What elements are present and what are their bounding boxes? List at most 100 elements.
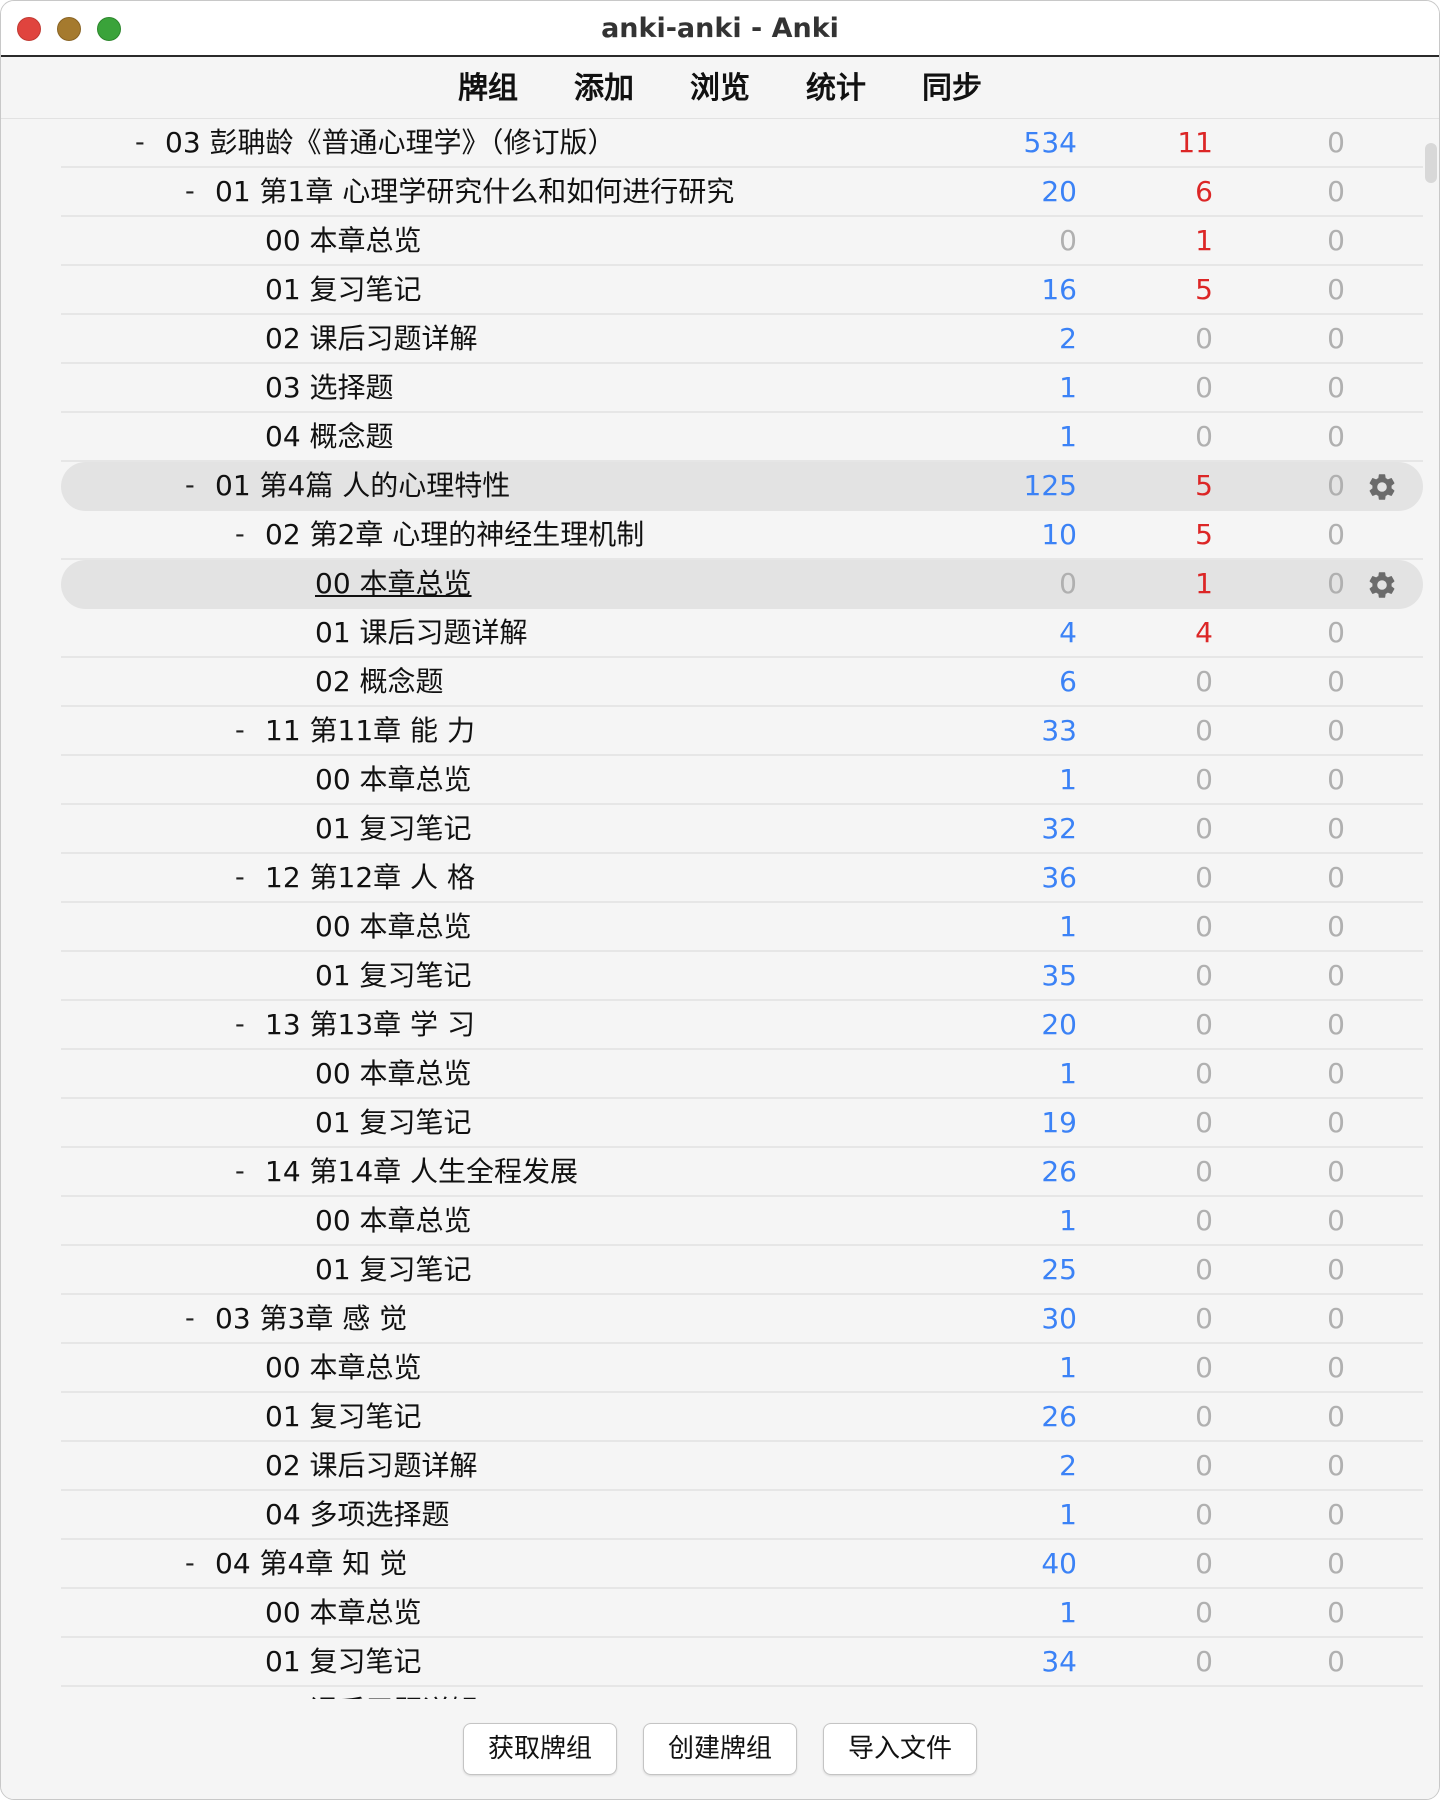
learn-count: 0 [1195, 1449, 1213, 1482]
deck-row[interactable]: -02 第2章 心理的神经生理机制 10 5 0 [61, 511, 1423, 560]
deck-row[interactable]: 01 复习笔记 26 0 0 [61, 1393, 1423, 1442]
deck-name-link[interactable]: 02 课后习题详解 [265, 1687, 478, 1699]
deck-row[interactable]: 00 本章总览 1 0 0 [61, 1197, 1423, 1246]
learn-count: 0 [1195, 371, 1213, 404]
deck-name-link[interactable]: 04 概念题 [265, 413, 394, 461]
deck-row[interactable]: -14 第14章 人生全程发展 26 0 0 [61, 1148, 1423, 1197]
deck-row[interactable]: 00 本章总览 1 0 0 [61, 1589, 1423, 1638]
deck-name-link[interactable]: 01 复习笔记 [265, 266, 422, 314]
deck-row[interactable]: 01 复习笔记 35 0 0 [61, 952, 1423, 1001]
deck-row[interactable]: 04 概念题 1 0 0 [61, 413, 1423, 462]
anki-window: anki-anki - Anki 牌组 添加 浏览 统计 同步 -03 彭聃龄《… [0, 0, 1440, 1800]
deck-name-link[interactable]: 02 概念题 [315, 658, 444, 706]
new-count: 26 [1041, 1400, 1077, 1433]
collapse-toggle[interactable]: - [235, 1148, 255, 1196]
learn-count: 0 [1195, 1057, 1213, 1090]
deck-name-link[interactable]: 01 复习笔记 [315, 952, 472, 1000]
deck-list-scrollbar[interactable] [1423, 119, 1439, 1699]
learn-count: 0 [1195, 1204, 1213, 1237]
collapse-toggle[interactable]: - [185, 168, 205, 216]
deck-row[interactable]: 00 本章总览 1 0 0 [61, 756, 1423, 805]
learn-count: 0 [1195, 1106, 1213, 1139]
deck-row[interactable]: -03 第3章 感 觉 30 0 0 [61, 1295, 1423, 1344]
deck-row[interactable]: 02 课后习题详解 2 0 0 [61, 1442, 1423, 1491]
deck-name-link[interactable]: 02 第2章 心理的神经生理机制 [265, 511, 644, 559]
deck-row[interactable]: 00 本章总览 1 0 0 [61, 903, 1423, 952]
deck-row[interactable]: 01 复习笔记 16 5 0 [61, 266, 1423, 315]
deck-name-link[interactable]: 01 复习笔记 [265, 1638, 422, 1686]
get-shared-decks-button[interactable]: 获取牌组 [462, 1723, 617, 1775]
menu-sync[interactable]: 同步 [922, 59, 982, 118]
deck-name-link[interactable]: 02 课后习题详解 [265, 315, 478, 363]
deck-name-link[interactable]: 03 第3章 感 觉 [215, 1295, 407, 1343]
due-count: 0 [1327, 714, 1345, 747]
deck-name-link[interactable]: 01 复习笔记 [315, 1099, 472, 1147]
deck-row[interactable]: 04 多项选择题 1 0 0 [61, 1491, 1423, 1540]
deck-row[interactable]: 00 本章总览 1 0 0 [61, 1344, 1423, 1393]
deck-row[interactable]: 01 复习笔记 25 0 0 [61, 1246, 1423, 1295]
deck-row[interactable]: -03 彭聃龄《普通心理学》（修订版） 534 11 0 [61, 119, 1423, 168]
menu-browse[interactable]: 浏览 [690, 59, 750, 118]
deck-name-link[interactable]: 00 本章总览 [265, 1589, 422, 1637]
scrollbar-thumb[interactable] [1425, 143, 1437, 183]
deck-row[interactable]: -12 第12章 人 格 36 0 0 [61, 854, 1423, 903]
learn-count: 1 [1195, 224, 1213, 257]
deck-name-link[interactable]: 04 多项选择题 [265, 1491, 450, 1539]
deck-row[interactable]: 02 概念题 6 0 0 [61, 658, 1423, 707]
deck-name-link[interactable]: 00 本章总览 [315, 1050, 472, 1098]
deck-row[interactable]: 02 课后习题详解 2 0 0 [61, 315, 1423, 364]
deck-name-link[interactable]: 14 第14章 人生全程发展 [265, 1148, 578, 1196]
menu-add[interactable]: 添加 [574, 59, 634, 118]
deck-name-link[interactable]: 01 课后习题详解 [315, 609, 528, 657]
deck-name-link[interactable]: 00 本章总览 [315, 1197, 472, 1245]
deck-name-link[interactable]: 01 复习笔记 [265, 1393, 422, 1441]
deck-row[interactable]: -01 第1章 心理学研究什么和如何进行研究 20 6 0 [61, 168, 1423, 217]
deck-name-link[interactable]: 02 课后习题详解 [265, 1442, 478, 1490]
deck-name-link[interactable]: 00 本章总览 [315, 560, 472, 608]
deck-row[interactable]: 01 复习笔记 34 0 0 [61, 1638, 1423, 1687]
deck-name-link[interactable]: 00 本章总览 [315, 903, 472, 951]
due-count: 0 [1327, 273, 1345, 306]
deck-name-link[interactable]: 00 本章总览 [265, 217, 422, 265]
deck-row[interactable]: 01 复习笔记 19 0 0 [61, 1099, 1423, 1148]
deck-name-link[interactable]: 00 本章总览 [265, 1344, 422, 1392]
collapse-toggle[interactable]: - [235, 707, 255, 755]
collapse-toggle[interactable]: - [185, 462, 205, 510]
collapse-toggle[interactable]: - [185, 1540, 205, 1588]
deck-name-link[interactable]: 00 本章总览 [315, 756, 472, 804]
collapse-toggle[interactable]: - [235, 511, 255, 559]
deck-options-gear-icon[interactable] [1366, 471, 1398, 503]
deck-row[interactable]: 02 课后习题详解 1 0 0 [61, 1687, 1423, 1699]
create-deck-button[interactable]: 创建牌组 [642, 1723, 797, 1775]
collapse-toggle[interactable]: - [185, 1295, 205, 1343]
deck-row[interactable]: 03 选择题 1 0 0 [61, 364, 1423, 413]
deck-name-link[interactable]: 04 第4章 知 觉 [215, 1540, 407, 1588]
deck-name-link[interactable]: 01 复习笔记 [315, 1246, 472, 1294]
deck-row[interactable]: -13 第13章 学 习 20 0 0 [61, 1001, 1423, 1050]
deck-row[interactable]: -04 第4章 知 觉 40 0 0 [61, 1540, 1423, 1589]
collapse-toggle[interactable]: - [235, 1001, 255, 1049]
deck-name-link[interactable]: 03 选择题 [265, 364, 394, 412]
deck-name-link[interactable]: 12 第12章 人 格 [265, 854, 475, 902]
import-file-button[interactable]: 导入文件 [823, 1723, 978, 1775]
deck-options-gear-icon[interactable] [1366, 569, 1398, 601]
deck-name-link[interactable]: 01 第1章 心理学研究什么和如何进行研究 [215, 168, 734, 216]
deck-name-link[interactable]: 13 第13章 学 习 [265, 1001, 475, 1049]
deck-row[interactable]: 01 课后习题详解 4 4 0 [61, 609, 1423, 658]
collapse-toggle[interactable]: - [135, 119, 155, 167]
deck-name-link[interactable]: 01 复习笔记 [315, 805, 472, 853]
deck-name-link[interactable]: 11 第11章 能 力 [265, 707, 475, 755]
menu-stats[interactable]: 统计 [806, 59, 866, 118]
deck-name-link[interactable]: 01 第4篇 人的心理特性 [215, 462, 510, 510]
menu-decks[interactable]: 牌组 [458, 59, 518, 118]
deck-row[interactable]: 00 本章总览 0 1 0 [61, 560, 1423, 609]
new-count: 1 [1059, 1204, 1077, 1237]
deck-row[interactable]: 00 本章总览 1 0 0 [61, 1050, 1423, 1099]
due-count: 0 [1327, 1449, 1345, 1482]
deck-name-link[interactable]: 03 彭聃龄《普通心理学》（修订版） [165, 119, 616, 167]
deck-row[interactable]: 00 本章总览 0 1 0 [61, 217, 1423, 266]
deck-row[interactable]: -11 第11章 能 力 33 0 0 [61, 707, 1423, 756]
collapse-toggle[interactable]: - [235, 854, 255, 902]
deck-row[interactable]: -01 第4篇 人的心理特性 125 5 0 [61, 462, 1423, 511]
deck-row[interactable]: 01 复习笔记 32 0 0 [61, 805, 1423, 854]
